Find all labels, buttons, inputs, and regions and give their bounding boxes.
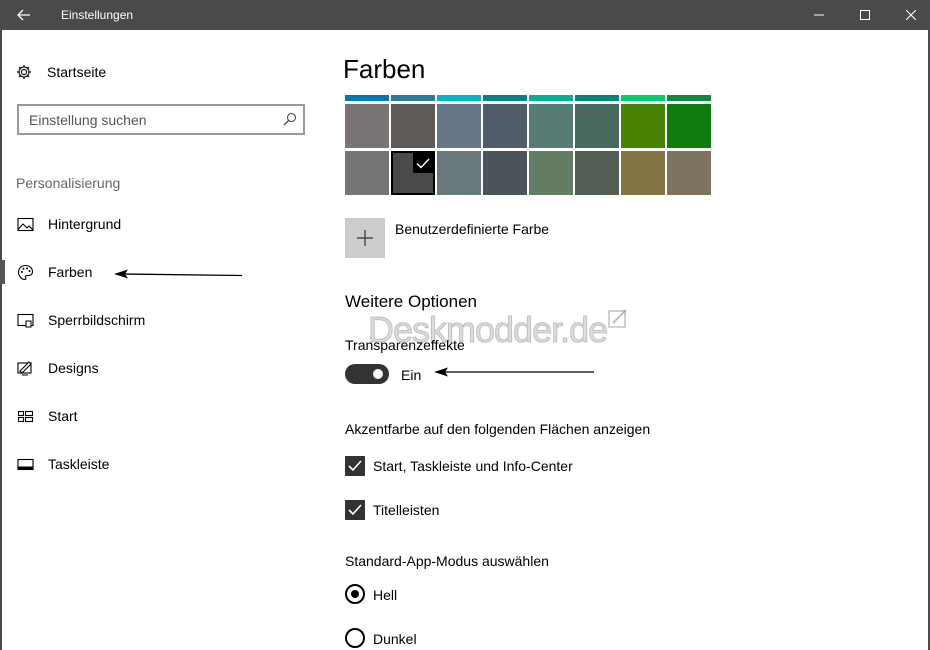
gear-icon <box>17 65 31 79</box>
radio-label: Hell <box>373 587 398 603</box>
color-swatch[interactable] <box>621 151 665 195</box>
themes-icon <box>17 360 32 376</box>
sidebar-item-hintergrund[interactable]: Hintergrund <box>0 204 328 244</box>
plus-tile <box>345 218 385 258</box>
watermark-pencil-icon <box>608 309 627 328</box>
color-swatch[interactable] <box>667 151 711 195</box>
custom-color-button[interactable]: Benutzerdefinierte Farbe <box>345 218 549 258</box>
custom-color-label: Benutzerdefinierte Farbe <box>395 221 550 237</box>
taskbar-icon <box>17 458 34 470</box>
window-title: Einstellungen <box>61 8 134 22</box>
window-frame-left <box>0 30 2 650</box>
color-swatch[interactable] <box>483 151 527 195</box>
color-swatch[interactable] <box>391 151 435 195</box>
home-label: Startseite <box>47 64 107 80</box>
color-swatch[interactable] <box>575 151 619 195</box>
selection-indicator <box>0 260 5 284</box>
title-bar: Einstellungen <box>0 0 930 30</box>
color-swatch[interactable] <box>345 151 389 195</box>
color-swatch[interactable] <box>437 151 481 195</box>
back-button[interactable] <box>0 0 48 30</box>
sidebar-item-label: Hintergrund <box>48 216 122 232</box>
plus-icon <box>357 230 373 246</box>
color-swatch[interactable] <box>621 104 665 148</box>
search-icon[interactable] <box>283 112 297 126</box>
transparency-label: Transparenzeffekte <box>345 337 465 353</box>
color-swatch[interactable] <box>529 151 573 195</box>
checkbox-label: Titelleisten <box>373 502 440 518</box>
checkmark-icon <box>348 460 362 472</box>
color-stripe[interactable] <box>667 95 711 101</box>
color-swatch[interactable] <box>345 104 389 148</box>
transparency-toggle[interactable] <box>345 364 389 384</box>
sidebar-item-label: Designs <box>48 360 99 376</box>
color-stripe[interactable] <box>345 95 389 101</box>
maximize-icon <box>860 10 870 20</box>
radio-dot <box>351 590 359 598</box>
checkbox-label: Start, Taskleiste und Info-Center <box>373 458 573 474</box>
checkmark-icon <box>413 153 433 173</box>
sidebar-item-label: Start <box>48 408 78 424</box>
transparency-state: Ein <box>401 367 422 383</box>
color-stripe[interactable] <box>575 95 619 101</box>
sidebar-item-designs[interactable]: Designs <box>0 348 328 388</box>
radio-dunkel[interactable] <box>345 628 365 648</box>
home-link[interactable]: Startseite <box>16 62 106 82</box>
sidebar-item-start[interactable]: Start <box>0 396 328 436</box>
search-box[interactable] <box>17 104 305 135</box>
lock-screen-icon <box>17 313 34 327</box>
palette-icon <box>17 264 34 280</box>
back-arrow-icon <box>17 9 30 21</box>
checkmark-icon <box>348 504 362 516</box>
color-stripe[interactable] <box>529 95 573 101</box>
minimize-icon <box>814 14 824 16</box>
sidebar-item-label: Sperrbildschirm <box>48 312 146 328</box>
color-stripe[interactable] <box>483 95 527 101</box>
checkbox-start-taskbar[interactable] <box>345 456 365 476</box>
radio-hell[interactable] <box>345 584 365 604</box>
color-swatch[interactable] <box>575 104 619 148</box>
section-label: Personalisierung <box>16 175 121 191</box>
sidebar-item-sperrbildschirm[interactable]: Sperrbildschirm <box>0 300 328 340</box>
close-button[interactable] <box>888 0 930 30</box>
color-stripe[interactable] <box>621 95 665 101</box>
color-stripe[interactable] <box>391 95 435 101</box>
close-icon <box>906 10 916 20</box>
sidebar-item-taskleiste[interactable]: Taskleiste <box>0 444 328 484</box>
radio-label: Dunkel <box>373 631 417 647</box>
sidebar-item-label: Taskleiste <box>48 456 110 472</box>
annotation-arrow <box>434 367 594 377</box>
start-icon <box>17 410 34 422</box>
annotation-arrow <box>114 269 243 279</box>
checkbox-titlebars[interactable] <box>345 500 365 520</box>
maximize-button[interactable] <box>842 0 888 30</box>
color-stripe[interactable] <box>437 95 481 101</box>
color-swatch[interactable] <box>529 104 573 148</box>
page-title: Farben <box>343 54 426 84</box>
search-input[interactable] <box>19 106 279 133</box>
color-swatch[interactable] <box>483 104 527 148</box>
color-swatch[interactable] <box>437 104 481 148</box>
color-swatch[interactable] <box>391 104 435 148</box>
app-mode-heading: Standard-App-Modus auswählen <box>345 553 549 569</box>
image-icon <box>17 217 34 231</box>
sidebar-item-label: Farben <box>48 264 93 280</box>
toggle-knob <box>373 369 383 379</box>
minimize-button[interactable] <box>796 0 842 30</box>
accent-heading: Akzentfarbe auf den folgenden Flächen an… <box>345 421 651 437</box>
color-swatch[interactable] <box>667 104 711 148</box>
